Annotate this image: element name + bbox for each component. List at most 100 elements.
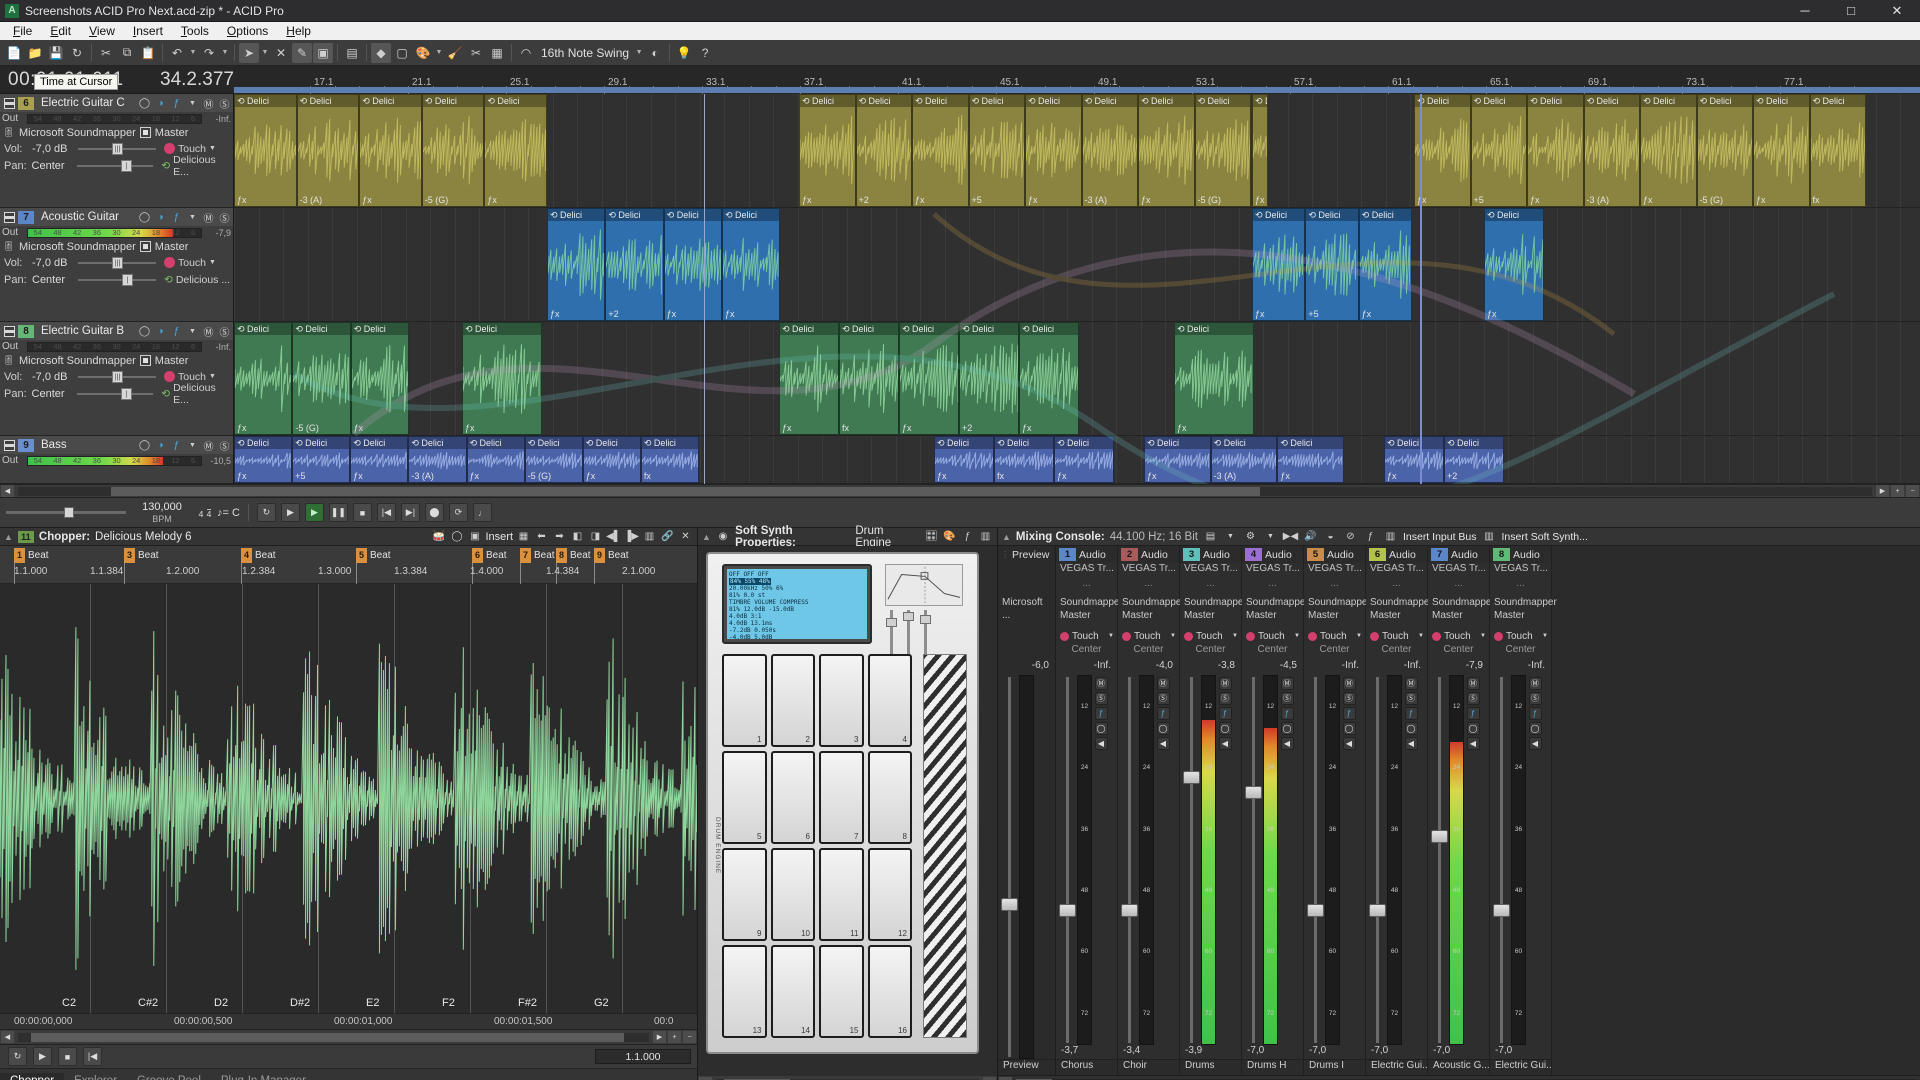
strip-record-icon[interactable]: ◯ <box>1156 722 1170 735</box>
strip-automation[interactable]: Touch ▼ <box>1056 628 1117 644</box>
strip-record-icon[interactable]: ◯ <box>1528 722 1542 735</box>
metronome-button[interactable]: ♩ <box>472 503 492 522</box>
mixer-view-icon[interactable]: ▤ <box>1203 529 1218 544</box>
track-mute-icon[interactable]: Ⓜ <box>202 211 215 225</box>
strip-buttons[interactable]: Ⓜ Ⓢ ƒ ◯ ◀ <box>1403 675 1419 1045</box>
strip-device[interactable]: Soundmapper Master <box>1490 594 1557 628</box>
audio-clip[interactable]: ⟲ Delici ƒx <box>234 436 293 483</box>
drum-pad[interactable]: 1 <box>722 654 767 747</box>
track-menu-icon[interactable]: ▼ <box>186 325 199 338</box>
drum-pad[interactable]: 16 <box>867 945 912 1038</box>
chopper-prev-icon[interactable]: ⬅ <box>534 529 549 544</box>
timeline-horizontal-scrollbar[interactable]: ◀ ▶ + − <box>0 484 1920 498</box>
audio-clip[interactable]: ⟲ Delici -3 (A) <box>1081 94 1138 207</box>
track-level-meter[interactable]: 54 48 42 36 30 24 18 12 6 <box>27 455 202 466</box>
track-number[interactable]: 8 <box>18 324 34 338</box>
track-record-arm-icon[interactable]: ◯ <box>138 97 151 110</box>
strip-footer-name[interactable]: Drums <box>1180 1059 1241 1075</box>
menu-view[interactable]: View <box>80 22 124 40</box>
track-fx-chain[interactable]: ⟲ Delicious E... <box>161 154 233 178</box>
track-pan-row[interactable]: Pan: Center | ⟲ Delicious E... <box>0 382 233 406</box>
strip-header[interactable]: 3 Audio <box>1180 546 1241 563</box>
strip-solo-icon[interactable]: Ⓢ <box>1528 692 1542 705</box>
strip-subtitle[interactable]: VEGAS Tr... <box>1490 563 1551 578</box>
track-header[interactable]: 7 Acoustic Guitar ◯ ◑ ƒ ▼ Ⓜ Ⓢ Out 54 48 42… <box>0 208 233 322</box>
chopper-beat-marker[interactable]: 5 Beat <box>356 548 391 563</box>
audio-clip[interactable]: ⟲ Delici ƒx <box>1527 94 1584 207</box>
mixer-channel-strip[interactable]: 4 Audio VEGAS Tr... ... Soundmapper Maste… <box>1242 546 1309 1075</box>
strip-footer-name[interactable]: Acoustic G... <box>1428 1059 1489 1075</box>
drum-engine-fader-2[interactable] <box>903 610 914 656</box>
strip-automation[interactable]: Touch ▼ <box>1242 628 1303 644</box>
audio-clip[interactable]: ⟲ Delici +2 <box>1444 436 1504 483</box>
bus-icon[interactable] <box>139 241 151 252</box>
track-fx-chain[interactable]: ⟲ Delicious E... <box>161 382 233 406</box>
track-volume-slider[interactable]: ||| <box>78 142 156 155</box>
time-signature[interactable]: 4 4 <box>198 506 212 520</box>
audio-clip[interactable]: ⟲ Delici -3 (A) <box>1210 436 1278 483</box>
drum-pad-grid[interactable]: 1 2 3 4 5 6 7 8 9 10 11 12 13 14 15 16 <box>722 654 912 1038</box>
chopper-grid-icon[interactable]: ▣ <box>467 529 482 544</box>
track-level-meter[interactable]: 54 48 42 36 30 24 18 12 6 <box>27 341 202 352</box>
track-volume-value[interactable]: -7,0 dB <box>32 257 74 269</box>
track-invert-icon[interactable]: ◑ <box>154 211 167 224</box>
strip-header[interactable]: 2 Audio <box>1118 546 1179 563</box>
help-pointer-icon[interactable]: ? <box>695 43 715 63</box>
strip-buttons[interactable]: Ⓜ Ⓢ ƒ ◯ ◀ <box>1341 675 1357 1045</box>
mixer-channel-strip[interactable]: 7 Audio VEGAS Tr... ... Soundmapper Maste… <box>1428 546 1495 1075</box>
strip-pan[interactable]: Center <box>1180 644 1241 660</box>
chopper-slice-divider[interactable] <box>242 584 243 1013</box>
audio-clip[interactable]: ⟲ Delici ƒx <box>722 208 780 321</box>
audio-clip[interactable]: ⟲ Delici ƒx <box>779 322 839 435</box>
strip-mute-icon[interactable]: Ⓜ <box>1404 677 1418 690</box>
undo-dropdown-icon[interactable]: ▼ <box>188 43 198 63</box>
audio-clip[interactable]: ⟲ Delici -3 (A) <box>408 436 467 483</box>
scroll-right-button[interactable]: ▶ <box>1876 485 1889 497</box>
preview-fader-area[interactable] <box>998 674 1055 1059</box>
chopper-slice-divider[interactable] <box>546 584 547 1013</box>
drum-pad[interactable]: 15 <box>819 945 864 1038</box>
strip-device[interactable]: Soundmapper Master <box>1118 594 1185 628</box>
chopper-beat-marker[interactable]: 6 Beat <box>472 548 507 563</box>
audio-clip[interactable]: ⟲ Delici ƒx <box>1384 436 1444 483</box>
track-lane[interactable]: ⟲ Delici ƒx ⟲ Delici -5 (G) ⟲ Delici ƒx <box>234 322 1920 436</box>
drum-pad[interactable]: 2 <box>770 654 815 747</box>
strip-pan[interactable]: Center <box>1428 644 1489 660</box>
strip-solo-icon[interactable]: Ⓢ <box>1466 692 1480 705</box>
chopper-slice-divider[interactable] <box>90 584 91 1013</box>
strip-footer-name[interactable]: Electric Gui... <box>1490 1059 1551 1075</box>
audio-clip[interactable]: ⟲ Delici +5 <box>292 436 351 483</box>
strip-record-icon[interactable]: ◯ <box>1404 722 1418 735</box>
strip-automation[interactable]: Touch ▼ <box>1118 628 1179 644</box>
chopper-shift-left-icon[interactable]: ◀▌ <box>606 529 621 544</box>
draw-tool-icon[interactable]: ▢ <box>392 43 412 63</box>
mixer-view-icon[interactable]: ▤ <box>342 43 362 63</box>
strip-fx-icon[interactable]: ƒ <box>1342 707 1356 720</box>
strip-automation[interactable]: Touch ▼ <box>1490 628 1551 644</box>
audio-clip[interactable]: ⟲ Delici ƒx <box>1277 436 1344 483</box>
chopper-circle-icon[interactable]: ◯ <box>449 529 464 544</box>
audio-clip[interactable]: ⟲ Delici ƒx <box>1484 208 1544 321</box>
strip-number[interactable]: 5 <box>1307 548 1324 561</box>
menu-edit[interactable]: Edit <box>41 22 80 40</box>
close-button[interactable]: ✕ <box>1874 0 1920 21</box>
paste-icon[interactable]: 📋 <box>138 43 158 63</box>
strip-header[interactable]: 7 Audio <box>1428 546 1489 563</box>
strip-number[interactable]: 3 <box>1183 548 1200 561</box>
zoom-out-button[interactable]: − <box>1906 485 1919 497</box>
chopper-scroll-left[interactable]: ◀ <box>1 1031 14 1043</box>
chopper-slice-divider[interactable] <box>622 584 623 1013</box>
track-device-row[interactable]: 🎚 Microsoft Soundmapper Master <box>0 353 233 368</box>
track-meter-row[interactable]: Out 54 48 42 36 30 24 18 12 6 -Inf. <box>0 112 233 125</box>
menu-file[interactable]: File <box>4 22 41 40</box>
track-number[interactable]: 7 <box>18 210 34 224</box>
track-invert-icon[interactable]: ◑ <box>154 325 167 338</box>
strip-pan[interactable]: Center <box>1242 644 1303 660</box>
track-solo-icon[interactable]: Ⓢ <box>218 97 231 111</box>
chopper-link-icon[interactable]: 🔗 <box>660 529 675 544</box>
render-dropdown-icon[interactable]: ▼ <box>434 43 444 63</box>
tempo-slider[interactable] <box>6 507 126 518</box>
audio-clip[interactable]: ⟲ Delici +5 <box>1470 94 1527 207</box>
groove-label[interactable]: 16th Note Swing <box>537 46 633 60</box>
strip-automation[interactable]: Touch ▼ <box>1366 628 1427 644</box>
